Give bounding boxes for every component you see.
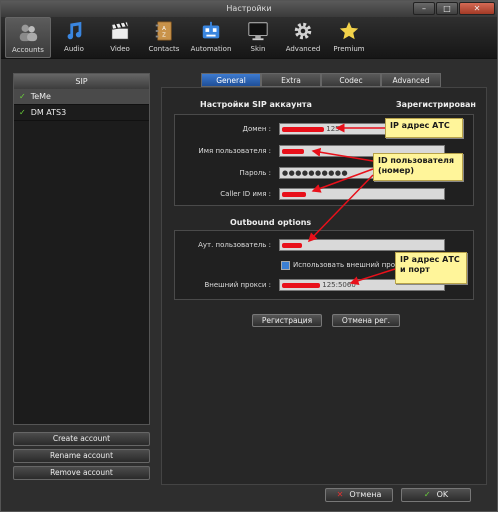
callerid-field[interactable] <box>279 188 445 200</box>
star-icon <box>339 21 359 40</box>
username-label: Имя пользователя : <box>198 147 272 155</box>
remove-account-button[interactable]: Remove account <box>13 466 150 480</box>
gear-icon <box>294 22 312 40</box>
close-x-icon: ✕ <box>336 490 344 499</box>
auth-user-label: Аут. пользователь : <box>198 241 271 249</box>
tab-advanced[interactable]: Advanced <box>381 73 441 87</box>
toolbar-contacts[interactable]: A Z Contacts <box>143 17 185 58</box>
register-button[interactable]: Регистрация <box>252 314 322 327</box>
toolbar-label: Accounts <box>12 46 44 54</box>
toolbar-audio[interactable]: Audio <box>51 17 97 58</box>
account-list-panel: SIP ✓ TeMe ✓ DM ATS3 <box>13 73 150 425</box>
proxy-label: Внешний прокси : <box>204 281 271 289</box>
callerid-label: Caller ID имя : <box>220 190 271 198</box>
redaction-mark <box>282 242 302 248</box>
toolbar-label: Audio <box>64 45 84 53</box>
domain-value-tail: 125 <box>326 125 340 133</box>
minimize-button[interactable]: – <box>413 2 435 15</box>
annotation-ip-address: IP адрес АТС <box>385 118 463 138</box>
annotation-user-id: ID пользователя (номер) <box>373 153 463 181</box>
outbound-options-title: Outbound options <box>230 218 312 227</box>
create-account-button[interactable]: Create account <box>13 432 150 446</box>
toolbar-advanced[interactable]: Advanced <box>279 17 327 58</box>
check-icon: ✓ <box>423 490 431 499</box>
use-proxy-checkbox[interactable] <box>281 261 290 270</box>
toolbar-video[interactable]: Video <box>97 17 143 58</box>
auth-user-field[interactable] <box>279 239 445 251</box>
tab-general[interactable]: General <box>201 73 261 87</box>
settings-tabs: General Extra Codec Advanced <box>201 73 441 87</box>
window-controls: – □ ✕ <box>413 2 495 15</box>
redaction-mark <box>282 148 304 154</box>
music-note-icon <box>67 21 82 40</box>
maximize-button[interactable]: □ <box>436 2 458 15</box>
rename-account-button[interactable]: Rename account <box>13 449 150 463</box>
svg-text:A: A <box>162 26 166 32</box>
toolbar-premium[interactable]: Premium <box>327 17 371 58</box>
registration-status: Зарегистрирован <box>396 100 476 109</box>
cancel-label: Отмена <box>349 490 382 499</box>
svg-text:Z: Z <box>162 33 166 39</box>
unregister-button[interactable]: Отмена рег. <box>332 314 400 327</box>
address-book-icon: A Z <box>155 21 172 41</box>
redaction-mark <box>282 126 324 132</box>
toolbar-label: Video <box>110 45 130 53</box>
ok-button[interactable]: ✓ OK <box>401 488 471 502</box>
redaction-mark <box>282 191 306 197</box>
toolbar-accounts[interactable]: Accounts <box>5 17 51 58</box>
toolbar-automation[interactable]: Automation <box>185 17 237 58</box>
toolbar-label: Automation <box>190 45 232 53</box>
clapperboard-icon <box>111 21 129 40</box>
password-label: Пароль : <box>239 169 271 177</box>
use-proxy-label: Использовать внешний прокси <box>293 261 408 269</box>
check-icon: ✓ <box>19 108 26 117</box>
ok-label: OK <box>436 490 449 499</box>
monitor-icon <box>248 22 268 41</box>
toolbar-label: Premium <box>333 45 365 53</box>
accounts-icon <box>19 24 38 42</box>
close-button[interactable]: ✕ <box>459 2 495 15</box>
robot-icon <box>202 21 220 39</box>
title-bar: Настройки – □ ✕ <box>1 1 497 17</box>
window-title: Настройки <box>226 4 272 13</box>
annotation-ip-port: IP адрес АТС и порт <box>395 252 467 284</box>
account-item-teme[interactable]: ✓ TeMe <box>14 89 149 105</box>
account-name: DM ATS3 <box>30 108 67 117</box>
sip-settings-title: Настройки SIP аккаунта <box>200 100 312 109</box>
check-icon: ✓ <box>19 92 26 101</box>
tab-codec[interactable]: Codec <box>321 73 381 87</box>
settings-window: Настройки – □ ✕ Accounts Audio Video A Z… <box>0 0 498 512</box>
toolbar-label: Contacts <box>148 45 180 53</box>
toolbar: Accounts Audio Video A Z Contacts Automa… <box>1 17 497 59</box>
account-item-dm-ats3[interactable]: ✓ DM ATS3 <box>14 105 149 121</box>
proxy-value-tail: 125:5060 <box>322 281 356 289</box>
toolbar-skin[interactable]: Skin <box>237 17 279 58</box>
domain-label: Домен : <box>242 125 272 133</box>
redaction-mark <box>282 282 320 288</box>
toolbar-label: Skin <box>250 45 266 53</box>
cancel-button[interactable]: ✕ Отмена <box>325 488 393 502</box>
account-name: TeMe <box>30 92 51 101</box>
password-mask: ●●●●●●●●●● <box>282 169 349 177</box>
tab-extra[interactable]: Extra <box>261 73 321 87</box>
toolbar-label: Advanced <box>285 45 321 53</box>
general-settings-panel: Настройки SIP аккаунта Зарегистрирован Д… <box>161 87 487 485</box>
account-list-header: SIP <box>14 74 149 89</box>
